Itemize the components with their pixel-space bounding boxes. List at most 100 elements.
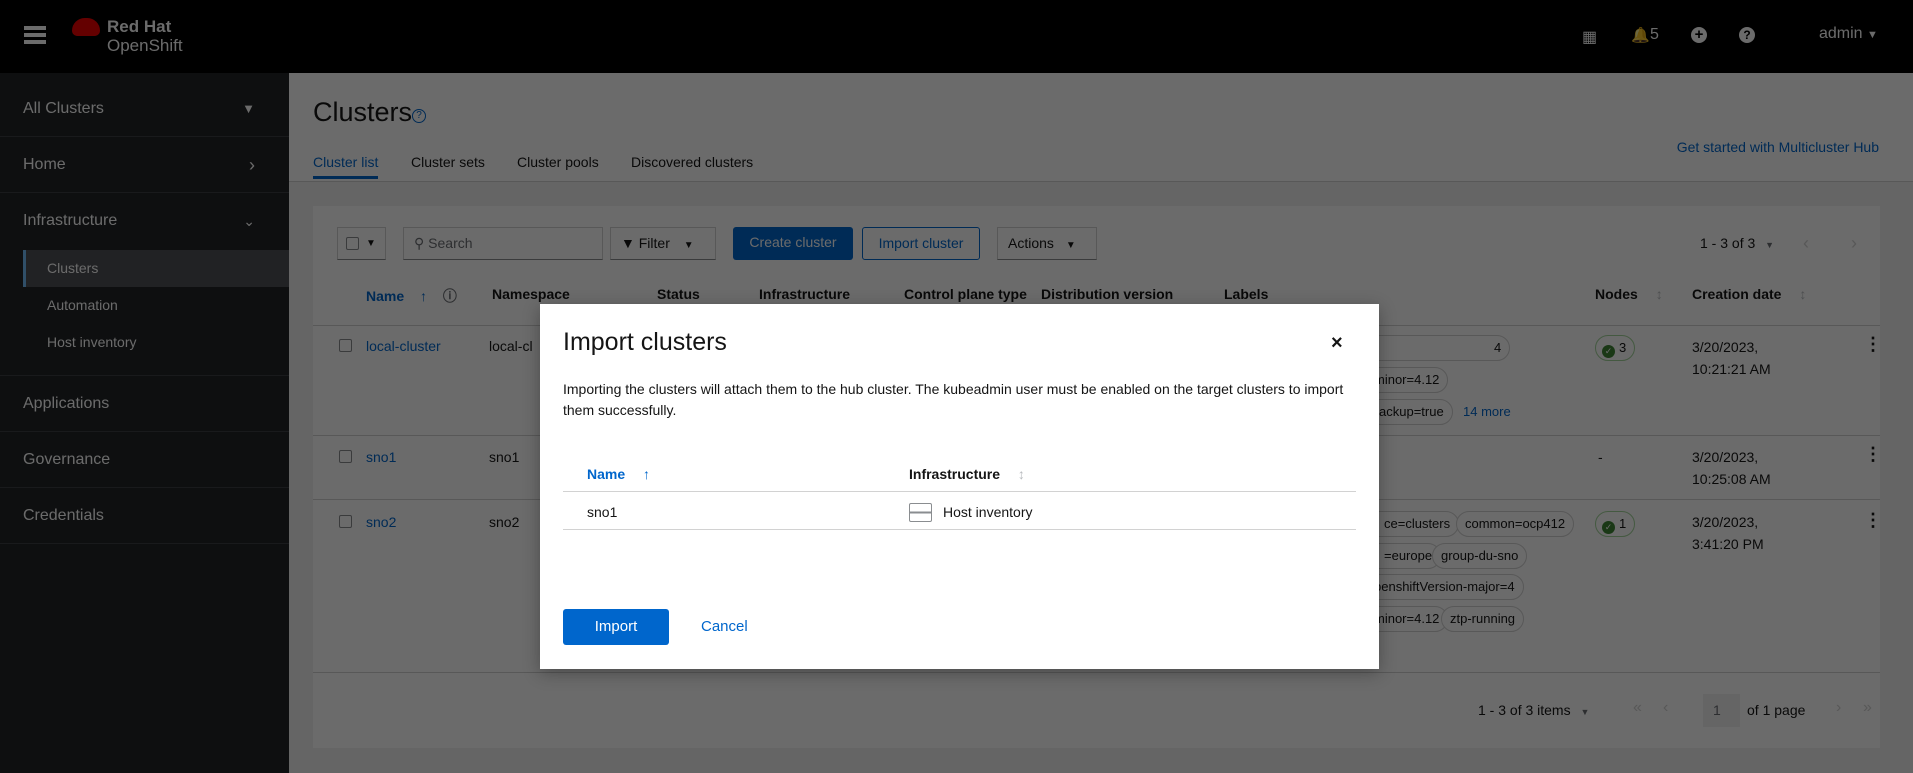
close-icon[interactable]: ×: [1331, 332, 1343, 355]
kebab-menu-icon[interactable]: ⋮: [1864, 334, 1882, 355]
header-label: Name: [366, 288, 405, 304]
bottom-pagination-range[interactable]: 1 - 3 of 3 items ▼: [1478, 702, 1589, 718]
header-label: Creation date: [1692, 286, 1782, 302]
date: 3/20/2023,: [1692, 449, 1759, 465]
import-clusters-modal: Import clusters × Importing the clusters…: [540, 304, 1379, 669]
caret-down-icon: ▼: [1867, 29, 1878, 41]
sidebar-item-label: Infrastructure: [23, 212, 118, 229]
perspective-switcher[interactable]: All Clusters ▼: [0, 81, 289, 137]
perspective-label: All Clusters: [23, 100, 104, 117]
nodes-badge: ✓ 1: [1595, 511, 1636, 537]
sort-ascending-icon: ↑: [420, 288, 428, 304]
sidebar-item-governance[interactable]: Governance: [0, 432, 289, 488]
tab-discovered-clusters[interactable]: Discovered clusters: [631, 154, 753, 170]
add-icon[interactable]: +: [1691, 27, 1707, 43]
sidebar-item-credentials[interactable]: Credentials: [0, 488, 289, 544]
tab-cluster-pools[interactable]: Cluster pools: [517, 154, 599, 170]
brand-line2: OpenShift: [107, 36, 183, 55]
sidebar-subitem-host-inventory[interactable]: Host inventory: [23, 324, 289, 361]
previous-page-icon[interactable]: ‹: [1803, 233, 1809, 254]
column-header-nodes[interactable]: Nodes ↕: [1595, 286, 1663, 302]
user-menu[interactable]: admin ▼: [1819, 25, 1878, 43]
sort-icon: ↕: [1017, 466, 1025, 482]
row-checkbox[interactable]: [339, 515, 352, 528]
sort-icon: ↕: [1655, 286, 1663, 302]
kebab-menu-icon[interactable]: ⋮: [1864, 510, 1882, 531]
sidebar-item-applications[interactable]: Applications: [0, 376, 289, 432]
column-header-creation-date[interactable]: Creation date ↕: [1692, 286, 1806, 302]
more-labels-button[interactable]: 14 more: [1454, 399, 1520, 425]
modal-column-header-name[interactable]: Name ↑: [587, 466, 650, 482]
create-cluster-button[interactable]: Create cluster: [733, 227, 853, 260]
modal-row-infrastructure: Host inventory: [943, 504, 1033, 520]
pagination-range: 1 - 3 of 3: [1700, 235, 1756, 251]
page-number-input[interactable]: 1: [1703, 694, 1740, 727]
cluster-name-link[interactable]: sno2: [366, 511, 396, 533]
column-header-control-plane-type[interactable]: Control plane type: [904, 286, 1027, 302]
chevron-down-icon: ⌄: [243, 213, 255, 229]
modal-title: Import clusters: [563, 328, 727, 356]
help-icon[interactable]: ?: [412, 109, 426, 123]
column-header-infrastructure[interactable]: Infrastructure: [759, 286, 850, 302]
cancel-button[interactable]: Cancel: [701, 618, 748, 635]
search-icon: ⚲: [414, 235, 425, 251]
caret-down-icon: ▼: [1065, 240, 1076, 251]
modal-description: Importing the clusters will attach them …: [563, 381, 1344, 418]
notification-count[interactable]: 5: [1650, 26, 1659, 44]
check-circle-icon: ✓: [1602, 345, 1615, 358]
time: 10:21:21 AM: [1692, 361, 1771, 377]
bulk-select-dropdown[interactable]: ▼: [337, 227, 386, 260]
previous-page-icon[interactable]: ‹: [1663, 699, 1668, 717]
checkbox[interactable]: [346, 237, 359, 250]
divider: [313, 672, 1880, 673]
next-page-icon[interactable]: ›: [1851, 233, 1857, 254]
import-button[interactable]: Import: [563, 609, 669, 645]
date: 3/20/2023,: [1692, 339, 1759, 355]
sort-icon: ↕: [1799, 286, 1807, 302]
header-label: Name: [587, 466, 626, 482]
kebab-menu-icon[interactable]: ⋮: [1864, 444, 1882, 465]
sidebar-subitem-automation[interactable]: Automation: [23, 287, 289, 324]
nodes-count: 1: [1619, 516, 1627, 531]
cluster-name-link[interactable]: sno1: [366, 446, 396, 468]
actions-label: Actions: [1008, 235, 1054, 251]
host-inventory-icon: [909, 503, 932, 522]
column-header-distribution-version[interactable]: Distribution version: [1041, 286, 1173, 302]
header-label: Infrastructure: [909, 466, 1001, 482]
help-icon[interactable]: ?: [1739, 27, 1755, 43]
actions-dropdown[interactable]: Actions ▼: [997, 227, 1097, 260]
sidebar-subitem-clusters[interactable]: Clusters: [23, 250, 289, 287]
column-header-namespace[interactable]: Namespace: [492, 286, 570, 302]
search-input[interactable]: ⚲ Search: [403, 227, 603, 260]
get-started-link[interactable]: Get started with Multicluster Hub: [1677, 139, 1879, 155]
row-checkbox[interactable]: [339, 339, 352, 352]
help-icon[interactable]: ⓘ: [443, 288, 457, 304]
namespace: local-cl: [489, 338, 533, 354]
import-cluster-button[interactable]: Import cluster: [862, 227, 980, 260]
row-checkbox[interactable]: [339, 450, 352, 463]
sidebar-item-home[interactable]: Home ›: [0, 137, 289, 193]
notifications-bell-icon[interactable]: 🔔: [1631, 26, 1650, 44]
column-header-status[interactable]: Status: [657, 286, 700, 302]
hamburger-menu-icon[interactable]: [24, 26, 46, 44]
filter-label: Filter: [638, 235, 670, 251]
top-pagination[interactable]: 1 - 3 of 3 ▼: [1700, 235, 1774, 251]
chevron-right-icon: ›: [249, 155, 255, 175]
sidebar-item-infrastructure[interactable]: Infrastructure ⌄: [0, 193, 289, 249]
tab-cluster-sets[interactable]: Cluster sets: [411, 154, 485, 170]
caret-down-icon: ▼: [1765, 240, 1775, 250]
modal-column-header-infrastructure[interactable]: Infrastructure ↕: [909, 466, 1025, 482]
time: 10:25:08 AM: [1692, 471, 1771, 487]
page-count: of 1 page: [1747, 702, 1806, 718]
last-page-icon[interactable]: »: [1863, 699, 1872, 717]
time: 3:41:20 PM: [1692, 536, 1764, 552]
first-page-icon[interactable]: «: [1633, 699, 1642, 717]
search-placeholder: Search: [428, 235, 473, 251]
filter-dropdown[interactable]: ▼ Filter ▼: [610, 227, 716, 260]
cluster-name-link[interactable]: local-cluster: [366, 335, 441, 357]
column-header-name[interactable]: Name ↑ ⓘ: [366, 286, 457, 306]
app-launcher-icon[interactable]: ▦: [1582, 27, 1597, 47]
next-page-icon[interactable]: ›: [1836, 699, 1841, 717]
tab-cluster-list[interactable]: Cluster list: [313, 154, 379, 179]
creation-date: 3/20/2023, 3:41:20 PM: [1692, 511, 1764, 555]
